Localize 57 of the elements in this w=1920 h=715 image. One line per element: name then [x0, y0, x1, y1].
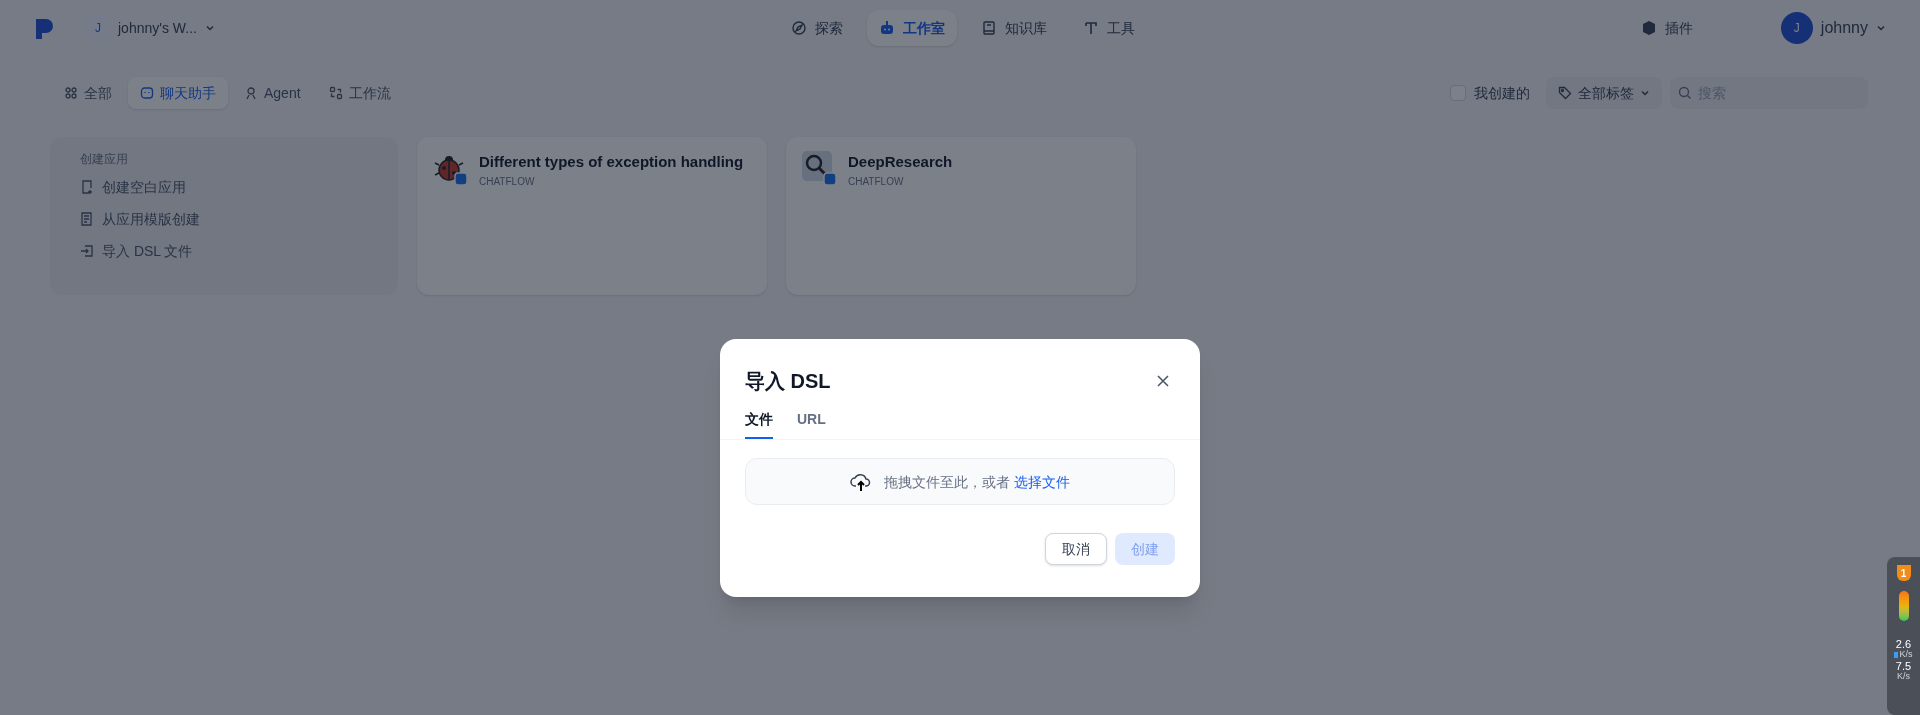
create-action[interactable]: 从应用模版创建 — [80, 203, 200, 235]
file-dropzone[interactable]: 拖拽文件至此，或者 选择文件 — [745, 458, 1175, 505]
upload-speed: 2.6 — [1895, 639, 1912, 650]
dialog-tab[interactable]: URL — [797, 409, 826, 439]
filter-tab[interactable]: 工作流 — [316, 77, 403, 109]
download-speed: 7.5 — [1895, 661, 1912, 672]
app-type: CHATFLOW — [848, 174, 905, 189]
person-icon — [244, 86, 258, 100]
chevron-down-icon — [204, 23, 215, 33]
filter-tab[interactable]: 聊天助手 — [128, 77, 228, 109]
logo-icon — [34, 17, 56, 39]
workspace-avatar: J — [86, 16, 110, 40]
cube-icon — [1640, 20, 1657, 36]
chevron-down-icon — [1876, 23, 1886, 33]
checkbox-label: 我创建的 — [1474, 84, 1530, 103]
select-file-link[interactable]: 选择文件 — [1013, 473, 1070, 490]
filter-tab[interactable]: Agent — [232, 77, 313, 109]
close-icon — [1157, 375, 1169, 387]
speed-unit: K/s — [1899, 650, 1913, 659]
nav-tab[interactable]: 探索 — [779, 10, 856, 46]
user-avatar[interactable]: J — [1780, 12, 1813, 44]
speed-unit: K/s — [1897, 672, 1910, 681]
user-name[interactable]: johnny — [1820, 16, 1868, 40]
nav-tab[interactable]: 工具 — [1071, 10, 1148, 46]
book-icon — [981, 20, 998, 36]
dialog-tab[interactable]: 文件 — [745, 409, 773, 439]
document-icon — [80, 212, 94, 226]
app-type: CHATFLOW — [479, 174, 536, 189]
dropzone-text: 拖拽文件至此，或者 — [884, 473, 1011, 490]
app-name: DeepResearch — [848, 152, 953, 172]
magnifier-icon — [802, 151, 836, 185]
workspace-switcher[interactable]: johnny's W... — [118, 18, 197, 38]
app-card[interactable]: DeepResearch CHATFLOW — [786, 137, 1136, 295]
import-icon — [80, 244, 94, 258]
app-name: Different types of exception handling — [479, 152, 744, 172]
robot-icon — [879, 20, 896, 36]
dialog-button[interactable]: 取消 — [1045, 533, 1107, 565]
filter-tab[interactable]: 全部 — [52, 77, 124, 109]
plugins-button[interactable]: 插件 — [1664, 18, 1693, 38]
chat-icon — [140, 86, 154, 100]
cloud-upload-icon — [850, 471, 873, 492]
workflow-icon — [328, 86, 343, 100]
grid-icon — [64, 86, 78, 100]
compass-icon — [791, 20, 808, 36]
create-action[interactable]: 导入 DSL 文件 — [80, 235, 193, 267]
search-icon — [1678, 86, 1692, 100]
app-card[interactable]: Different types of exception handling CHATFLOW — [417, 137, 767, 295]
new-file-icon — [80, 180, 94, 194]
create-action[interactable]: 创建空白应用 — [80, 171, 186, 203]
nav-tab[interactable]: 工作室 — [867, 10, 958, 46]
dialog-title: 导入 DSL — [745, 369, 831, 394]
meter-bar — [1898, 591, 1909, 621]
nav-tab[interactable]: 知识库 — [969, 10, 1060, 46]
tag-filter[interactable]: 全部标签 — [1546, 77, 1662, 109]
tag-icon — [1558, 86, 1572, 100]
chevron-down-icon — [1640, 88, 1650, 98]
shield-badge: 1 — [1896, 565, 1911, 581]
